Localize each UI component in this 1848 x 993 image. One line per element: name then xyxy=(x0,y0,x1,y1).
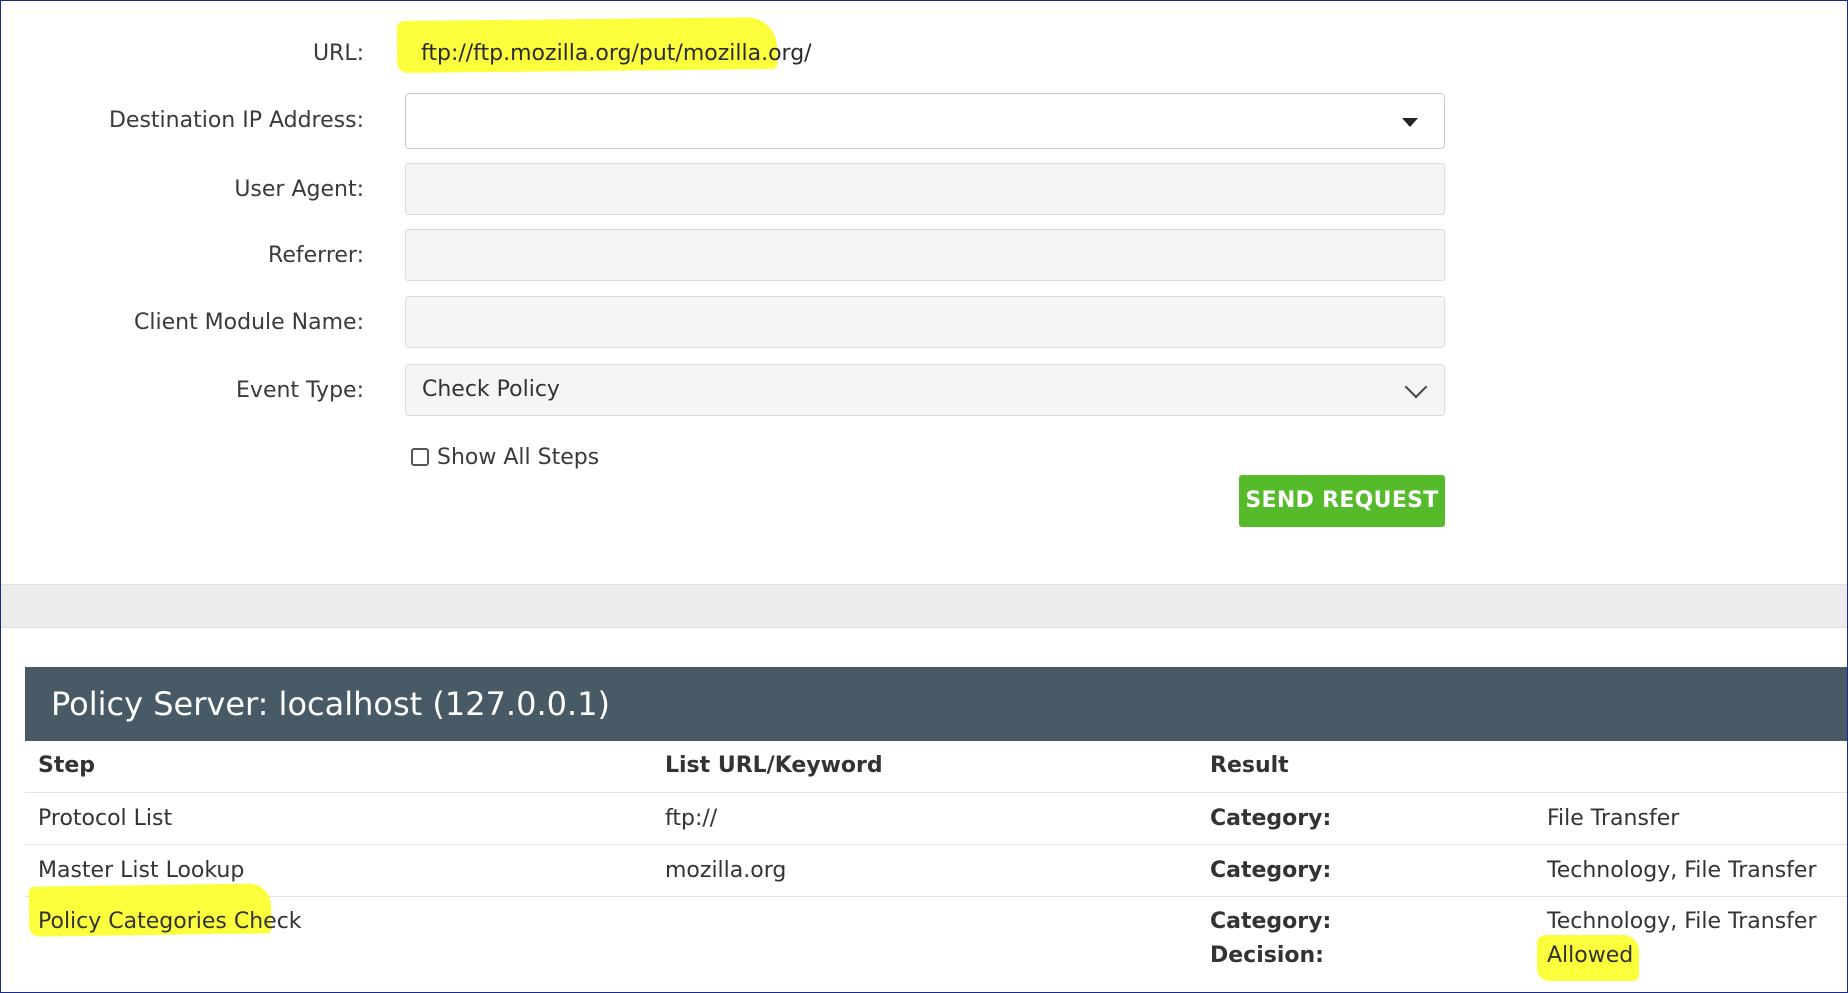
result-key-cell: Category: xyxy=(1210,909,1332,934)
show-all-steps-label: Show All Steps xyxy=(437,444,600,470)
user-agent-row: User Agent: xyxy=(1,163,1847,217)
event-type-select[interactable]: Check Policy xyxy=(405,364,1445,416)
column-header-step: Step xyxy=(38,753,96,778)
send-request-button[interactable]: SEND REQUEST xyxy=(1239,475,1445,527)
client-module-label: Client Module Name: xyxy=(134,310,364,335)
caret-down-icon xyxy=(1402,118,1418,127)
section-divider xyxy=(1,584,1847,628)
dest-ip-row: Destination IP Address: xyxy=(1,93,1847,149)
user-agent-input[interactable] xyxy=(405,163,1445,215)
step-cell: Master List Lookup xyxy=(38,858,245,883)
url-row: URL: xyxy=(1,27,1847,81)
result-value-cell: Technology, File Transfer xyxy=(1547,858,1817,883)
url-input[interactable]: ftp://ftp.mozilla.org/put/mozilla.org/ xyxy=(421,27,812,81)
column-header-result: Result xyxy=(1210,753,1289,778)
show-all-steps-checkbox[interactable] xyxy=(411,448,429,466)
result-key-cell: Category: xyxy=(1210,858,1332,883)
event-type-row: Event Type: Check Policy xyxy=(1,364,1847,418)
referrer-row: Referrer: xyxy=(1,229,1847,283)
result-value-cell: Technology, File Transfer xyxy=(1547,909,1817,934)
show-all-steps-toggle[interactable]: Show All Steps xyxy=(411,443,599,471)
list-url-cell: mozilla.org xyxy=(665,858,787,883)
chevron-down-icon xyxy=(1404,375,1428,399)
result-key-cell: Category: xyxy=(1210,806,1332,831)
dest-ip-select[interactable] xyxy=(405,93,1445,149)
table-row: Policy Categories Check Category: Techno… xyxy=(25,897,1847,992)
page-frame: URL: ftp://ftp.mozilla.org/put/mozilla.o… xyxy=(0,0,1848,993)
results-header-bar: Policy Server: localhost (127.0.0.1) xyxy=(25,667,1847,741)
client-module-row: Client Module Name: xyxy=(1,296,1847,350)
results-title: Policy Server: localhost (127.0.0.1) xyxy=(51,685,610,723)
referrer-label: Referrer: xyxy=(268,243,364,268)
decision-key-cell: Decision: xyxy=(1210,943,1324,968)
step-cell: Policy Categories Check xyxy=(38,909,302,934)
step-cell: Protocol List xyxy=(38,806,173,831)
dest-ip-label: Destination IP Address: xyxy=(108,108,364,133)
url-label: URL: xyxy=(312,41,364,66)
table-row: Protocol List ftp:// Category: File Tran… xyxy=(25,793,1847,845)
table-row: Master List Lookup mozilla.org Category:… xyxy=(25,845,1847,897)
column-header-list-url: List URL/Keyword xyxy=(665,753,883,778)
decision-value-cell: Allowed xyxy=(1547,943,1634,968)
event-type-value: Check Policy xyxy=(422,377,560,402)
client-module-input[interactable] xyxy=(405,296,1445,348)
list-url-cell: ftp:// xyxy=(665,806,718,831)
result-value-cell: File Transfer xyxy=(1547,806,1680,831)
table-header-row: Step List URL/Keyword Result xyxy=(25,741,1847,793)
user-agent-label: User Agent: xyxy=(234,177,364,202)
referrer-input[interactable] xyxy=(405,229,1445,281)
event-type-label: Event Type: xyxy=(236,378,364,403)
